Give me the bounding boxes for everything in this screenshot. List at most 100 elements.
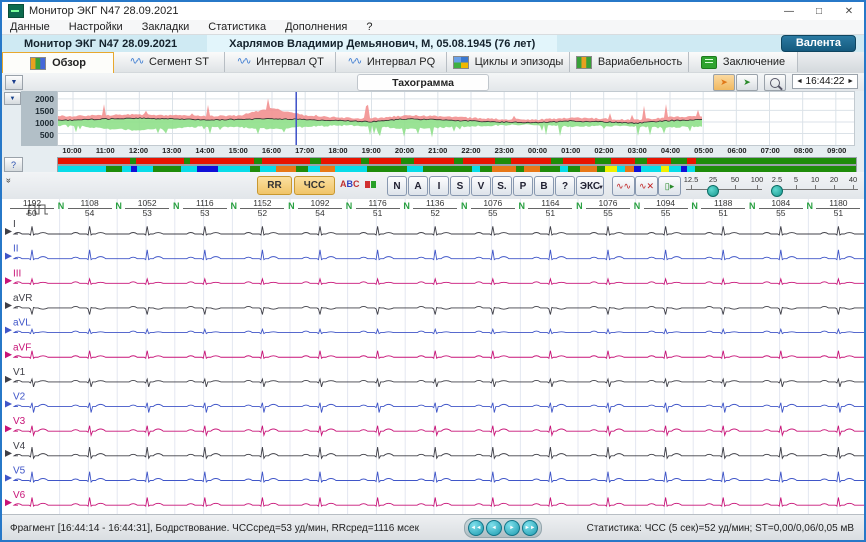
tab-overview[interactable]: Обзор bbox=[2, 52, 114, 73]
tab-conclusion-icon bbox=[701, 56, 717, 69]
menu-statistics[interactable]: Статистика bbox=[208, 21, 266, 33]
lead-waveform[interactable] bbox=[14, 497, 864, 506]
close-button[interactable]: ✕ bbox=[834, 2, 864, 20]
lead-waveform[interactable] bbox=[14, 226, 864, 235]
lead-label: V1 bbox=[13, 367, 26, 378]
tab-cycles-episodes[interactable]: Циклы и эпизоды bbox=[447, 52, 570, 72]
lead-waveform[interactable] bbox=[14, 379, 864, 387]
amp-slider-knob[interactable] bbox=[771, 185, 783, 197]
strip1-segment bbox=[414, 158, 454, 164]
lead-marker-icon bbox=[5, 499, 12, 506]
amplitude-slider[interactable]: 2.55102040 bbox=[772, 175, 858, 196]
markers-icon[interactable] bbox=[365, 181, 376, 188]
beat-s-dot-button[interactable]: S. bbox=[492, 176, 512, 196]
strip1-segment bbox=[262, 158, 310, 164]
amp-slider-tick bbox=[853, 185, 854, 190]
beat-rr-hr: 108455 bbox=[759, 199, 803, 218]
tab-qt-interval[interactable]: Интервал QT bbox=[225, 52, 336, 72]
tachogram-dropdown-button[interactable]: ▼ bbox=[4, 92, 21, 105]
rewind-button[interactable]: ◄◄ bbox=[468, 520, 484, 536]
export-button[interactable]: ▯▸ bbox=[658, 176, 681, 196]
menu-bookmarks[interactable]: Закладки bbox=[142, 21, 190, 33]
hour-label: 10:00 bbox=[57, 146, 87, 155]
beat-b-button[interactable]: B bbox=[534, 176, 554, 196]
tab-st-segment[interactable]: Сегмент ST bbox=[114, 52, 225, 72]
app-window: Монитор ЭКГ N47 28.09.2021 —□✕ ДанныеНас… bbox=[0, 0, 866, 542]
menu-addons[interactable]: Дополнения bbox=[285, 21, 347, 33]
activity-strip[interactable] bbox=[57, 157, 857, 165]
lead-waveform[interactable] bbox=[14, 329, 864, 333]
minimize-button[interactable]: — bbox=[774, 2, 804, 20]
header-bar: Монитор ЭКГ N47 28.09.2021 Харлямов Влад… bbox=[2, 35, 864, 52]
maximize-button[interactable]: □ bbox=[804, 2, 834, 20]
cursor-tool-orange-button[interactable]: ➤ bbox=[713, 74, 735, 91]
speed-slider[interactable]: 12.52550100 bbox=[686, 175, 762, 196]
beat-class-label: N bbox=[346, 201, 353, 211]
hour-label: 00:00 bbox=[523, 146, 553, 155]
amp-slider-tick bbox=[815, 185, 816, 190]
lead-waveform[interactable] bbox=[14, 306, 864, 314]
beat-rr-hr: 107655 bbox=[471, 199, 515, 218]
speed-slider-knob[interactable] bbox=[707, 185, 719, 197]
beat-normal-button[interactable]: N bbox=[387, 176, 407, 196]
strip1-segment bbox=[611, 158, 635, 164]
tab-pq-interval[interactable]: Интервал PQ bbox=[336, 52, 447, 72]
lead-waveform[interactable] bbox=[14, 250, 864, 260]
time-next-icon[interactable]: ► bbox=[847, 78, 854, 85]
fast-forward-button[interactable]: ►► bbox=[522, 520, 538, 536]
zoom-tool-button[interactable] bbox=[764, 74, 786, 91]
speed-slider-tick bbox=[757, 185, 758, 190]
lead-marker-icon bbox=[5, 228, 12, 235]
lead-waveform[interactable] bbox=[14, 447, 864, 458]
lead-waveform[interactable] bbox=[14, 351, 864, 359]
cursor-tool-green-button[interactable]: ➤ bbox=[736, 74, 758, 91]
lead-waveform[interactable] bbox=[14, 279, 864, 284]
qrs-delete-button[interactable]: ∿✕ bbox=[635, 176, 658, 196]
time-navigator: ◄ 16:44:22 ► bbox=[792, 74, 858, 89]
tachogram-collapse-button[interactable]: ▼ bbox=[5, 75, 23, 90]
tab-qt-interval-label: Интервал QT bbox=[256, 56, 324, 68]
tachogram-plot[interactable] bbox=[57, 91, 855, 146]
paced-dropdown-icon[interactable]: ▼ bbox=[596, 183, 606, 193]
lead-label: V4 bbox=[13, 441, 26, 452]
beat-unknown-button[interactable]: ? bbox=[555, 176, 575, 196]
menu-data[interactable]: Данные bbox=[10, 21, 50, 33]
magnifier-icon bbox=[770, 78, 780, 88]
tab-conclusion[interactable]: Заключение bbox=[689, 52, 798, 72]
strip1-segment bbox=[595, 158, 611, 164]
beat-supraventricular-button[interactable]: S bbox=[450, 176, 470, 196]
tab-conclusion-label: Заключение bbox=[723, 56, 785, 68]
status-bar: Фрагмент [16:44:14 - 16:44:31], Бодрство… bbox=[2, 514, 864, 541]
step-back-button[interactable]: ◄ bbox=[486, 520, 502, 536]
tachogram-chart[interactable] bbox=[58, 92, 854, 145]
window-controls: —□✕ bbox=[774, 2, 864, 20]
tab-variability[interactable]: Вариабельность bbox=[570, 52, 689, 72]
lead-waveform[interactable] bbox=[14, 472, 864, 482]
beat-i-button[interactable]: I bbox=[429, 176, 449, 196]
hr-toggle-button[interactable]: ЧСС bbox=[294, 176, 335, 195]
beat-p-button[interactable]: P bbox=[513, 176, 533, 196]
rr-toggle-button[interactable]: RR bbox=[257, 176, 292, 195]
ecg-waveforms[interactable]: IIIIIIaVRaVLaVFV1V2V3V4V5V6 bbox=[2, 199, 864, 514]
ecg-collapse-button[interactable]: » bbox=[4, 178, 14, 182]
tab-variability-icon bbox=[576, 56, 592, 69]
lead-waveform[interactable] bbox=[14, 403, 864, 413]
speed-slider-tick-label: 100 bbox=[751, 175, 764, 184]
beat-ventricular-button[interactable]: V bbox=[471, 176, 491, 196]
strip1-segment bbox=[310, 158, 321, 164]
speed-slider-tick bbox=[735, 185, 736, 190]
strips-help-button[interactable]: ? bbox=[4, 157, 23, 172]
menu-settings[interactable]: Настройки bbox=[69, 21, 123, 33]
qrs-marks-button[interactable]: ∿∿ bbox=[612, 176, 635, 196]
beat-atrial-button[interactable]: A bbox=[408, 176, 428, 196]
ecg-strips-panel[interactable]: IIIIIIaVRaVLaVFV1V2V3V4V5V6 119250N11085… bbox=[2, 199, 864, 514]
lead-waveform[interactable] bbox=[14, 426, 864, 436]
abc-annotation-toggle[interactable]: ABC bbox=[340, 179, 360, 189]
tachogram-y-axis: 200015001000500 bbox=[21, 91, 57, 146]
play-button[interactable]: ► bbox=[504, 520, 520, 536]
valenta-brand-button[interactable]: Валента bbox=[781, 35, 856, 52]
menu-help[interactable]: ? bbox=[366, 21, 372, 33]
speed-slider-tick bbox=[691, 185, 692, 190]
time-prev-icon[interactable]: ◄ bbox=[796, 78, 803, 85]
lead-label: V6 bbox=[13, 490, 26, 501]
